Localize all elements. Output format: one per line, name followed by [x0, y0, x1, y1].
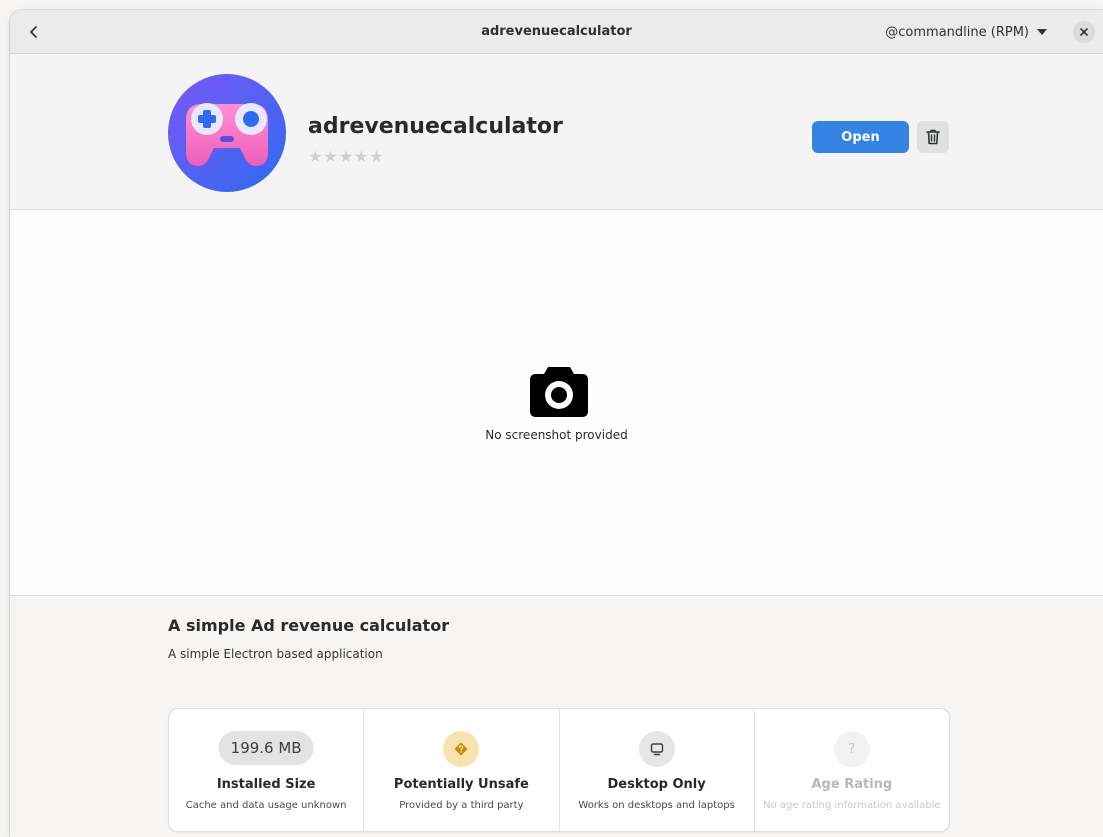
details-section: A simple Ad revenue calculator A simple … [10, 596, 1103, 837]
tile-subtitle: Provided by a third party [399, 800, 524, 811]
app-description: A simple Electron based application [168, 647, 383, 661]
tile-title: Desktop Only [607, 777, 706, 792]
open-button[interactable]: Open [812, 121, 909, 153]
tile-installed-size[interactable]: 199.6 MB Installed Size Cache and data u… [169, 709, 365, 831]
uninstall-button[interactable] [917, 121, 949, 153]
source-dropdown[interactable]: @commandline (RPM) [877, 18, 1055, 46]
tile-subtitle: Cache and data usage unknown [185, 800, 347, 811]
tile-age-rating[interactable]: ? Age Rating No age rating information a… [755, 709, 949, 831]
question-badge: ? [833, 731, 870, 767]
app-window: adrevenuecalculator @commandline (RPM) a… [10, 10, 1103, 837]
tile-title: Potentially Unsafe [393, 777, 529, 792]
size-badge: 199.6 MB [218, 731, 314, 765]
app-summary: A simple Ad revenue calculator [168, 616, 450, 635]
source-label: @commandline (RPM) [885, 24, 1029, 40]
tile-subtitle: Works on desktops and laptops [578, 800, 735, 811]
gamepad-app-icon [168, 74, 286, 192]
trash-icon [926, 129, 940, 145]
screenshot-area: No screenshot provided [10, 210, 1103, 596]
warning-badge [443, 731, 480, 767]
desktop-badge [638, 731, 675, 767]
header-bar: adrevenuecalculator @commandline (RPM) [10, 10, 1103, 54]
close-icon [1080, 28, 1088, 36]
warning-icon [454, 742, 468, 756]
rating-stars: ★★★★★ [308, 147, 385, 166]
tile-title: Installed Size [216, 777, 316, 792]
caret-down-icon [1037, 29, 1047, 35]
app-name: adrevenuecalculator [308, 114, 563, 139]
no-screenshot-label: No screenshot provided [485, 428, 628, 442]
app-header: adrevenuecalculator ★★★★★ Open [10, 54, 1103, 210]
close-button[interactable] [1073, 21, 1095, 43]
monitor-icon [650, 743, 663, 756]
camera-icon [530, 367, 588, 417]
tile-title: Age Rating [811, 777, 893, 792]
tile-subtitle: No age rating information available [763, 800, 941, 811]
tile-safety[interactable]: Potentially Unsafe Provided by a third p… [364, 709, 560, 831]
tile-hardware[interactable]: Desktop Only Works on desktops and lapto… [560, 709, 755, 831]
context-tiles: 199.6 MB Installed Size Cache and data u… [168, 708, 950, 832]
